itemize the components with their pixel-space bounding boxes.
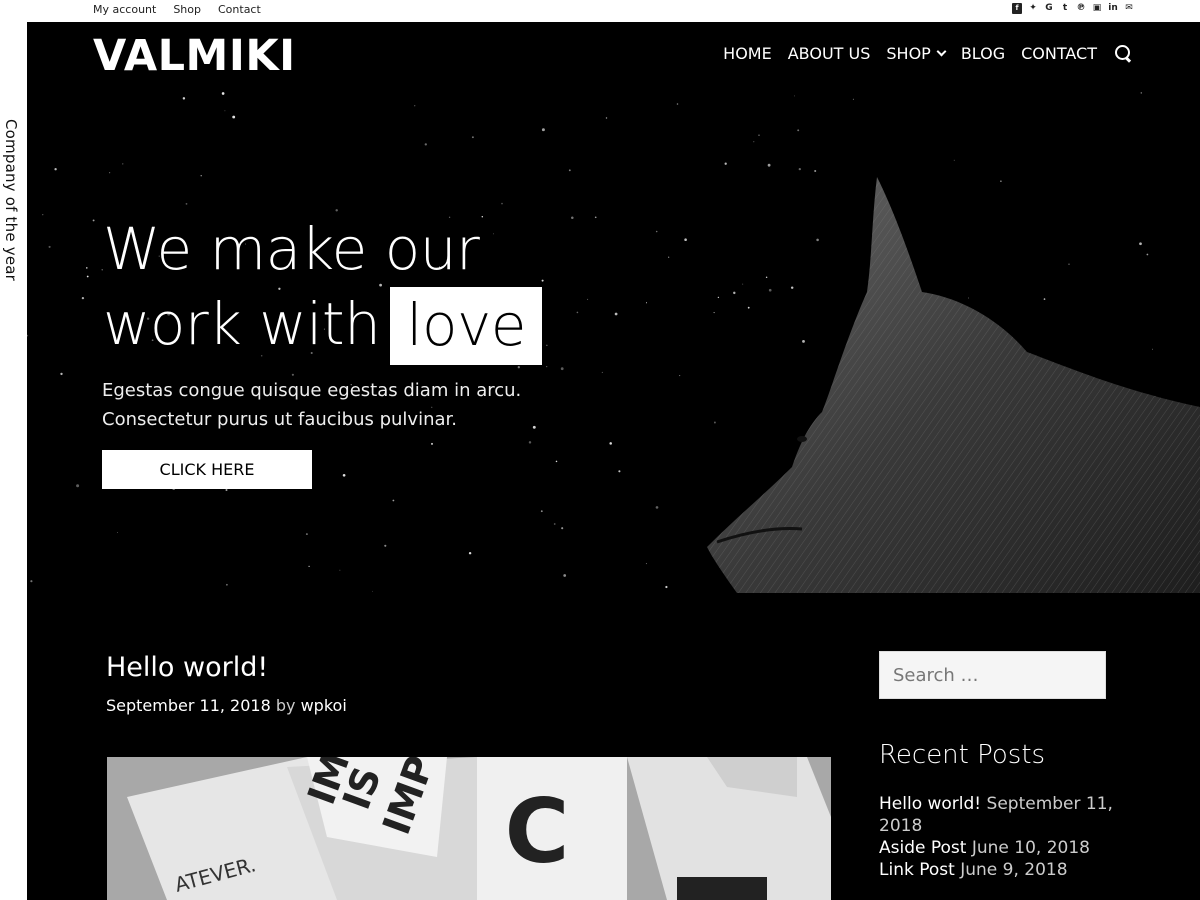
hero-title: We make our work with love — [103, 212, 542, 365]
social-icons: f ✦ G t ℗ ▣ in ✉ — [1012, 3, 1134, 14]
recent-post-link[interactable]: Aside Post — [879, 838, 966, 858]
main-nav: HOME ABOUT US SHOP BLOG CONTACT — [707, 44, 1132, 63]
contact-link[interactable]: Contact — [218, 3, 261, 16]
search-placeholder: Search … — [893, 664, 979, 686]
search-icon[interactable] — [1115, 45, 1132, 62]
twitter-icon[interactable]: ✦ — [1028, 3, 1038, 14]
click-here-button[interactable]: CLICK HERE — [102, 450, 312, 489]
top-links: My account Shop Contact — [93, 3, 278, 16]
chevron-down-icon — [936, 46, 947, 57]
hero-title-line2: work with love — [103, 287, 542, 365]
email-icon[interactable]: ✉ — [1124, 3, 1134, 14]
top-bar: My account Shop Contact f ✦ G t ℗ ▣ in ✉ — [0, 0, 1200, 22]
recent-post-item: Hello world! September 11, 2018 — [879, 793, 1119, 837]
linkedin-icon[interactable]: in — [1108, 3, 1118, 14]
recent-posts-heading: Recent Posts — [879, 740, 1046, 770]
nav-blog[interactable]: BLOG — [961, 44, 1005, 63]
nav-contact[interactable]: CONTACT — [1021, 44, 1097, 63]
youtube-icon[interactable]: ▣ — [1092, 3, 1102, 14]
post-title[interactable]: Hello world! — [106, 652, 268, 683]
hero-subtitle-line2: Consectetur purus ut faucibus pulvinar. — [102, 409, 457, 430]
tumblr-icon[interactable]: t — [1060, 3, 1070, 14]
post-date[interactable]: September 11, 2018 — [106, 696, 271, 715]
nav-shop[interactable]: SHOP — [886, 44, 947, 63]
sidebar-search-input[interactable]: Search … — [879, 651, 1106, 699]
main-area: VALMIKI HOME ABOUT US SHOP BLOG CONTACT … — [27, 22, 1200, 900]
hero-subtitle: Egestas congue quisque egestas diam in a… — [102, 376, 562, 434]
shop-link[interactable]: Shop — [173, 3, 201, 16]
post-meta: September 11, 2018 by wpkoi — [106, 696, 347, 715]
recent-post-link[interactable]: Link Post — [879, 860, 955, 880]
pinterest-icon[interactable]: ℗ — [1076, 3, 1086, 14]
side-caption: Company of the year — [2, 119, 20, 282]
recent-post-link[interactable]: Hello world! — [879, 794, 981, 814]
recent-posts-list: Hello world! September 11, 2018 Aside Po… — [879, 793, 1119, 881]
facebook-icon[interactable]: f — [1012, 3, 1022, 14]
nav-shop-label: SHOP — [886, 44, 931, 63]
svg-text:C: C — [505, 780, 570, 883]
papers-graphic: C IM IS IMPO ATEVER. — [107, 757, 831, 900]
dog-image — [707, 177, 1200, 593]
hero-title-line1: We make our — [103, 215, 480, 283]
post-by: by — [275, 696, 296, 715]
hero-highlight: love — [390, 287, 542, 365]
site-logo[interactable]: VALMIKI — [93, 31, 296, 81]
my-account-link[interactable]: My account — [93, 3, 156, 16]
recent-post-date: June 9, 2018 — [960, 860, 1068, 880]
recent-post-item: Link Post June 9, 2018 — [879, 859, 1119, 881]
google-icon[interactable]: G — [1044, 3, 1054, 14]
side-strip: Company of the year — [0, 22, 27, 900]
nav-home[interactable]: HOME — [723, 44, 772, 63]
post-author[interactable]: wpkoi — [301, 696, 347, 715]
post-featured-image[interactable]: C IM IS IMPO ATEVER. — [107, 757, 831, 900]
hero-subtitle-line1: Egestas congue quisque egestas diam in a… — [102, 380, 522, 401]
nav-about-us[interactable]: ABOUT US — [788, 44, 871, 63]
hero-title-line2-text: work with — [103, 290, 381, 358]
recent-post-date: June 10, 2018 — [971, 838, 1090, 858]
recent-post-item: Aside Post June 10, 2018 — [879, 837, 1119, 859]
